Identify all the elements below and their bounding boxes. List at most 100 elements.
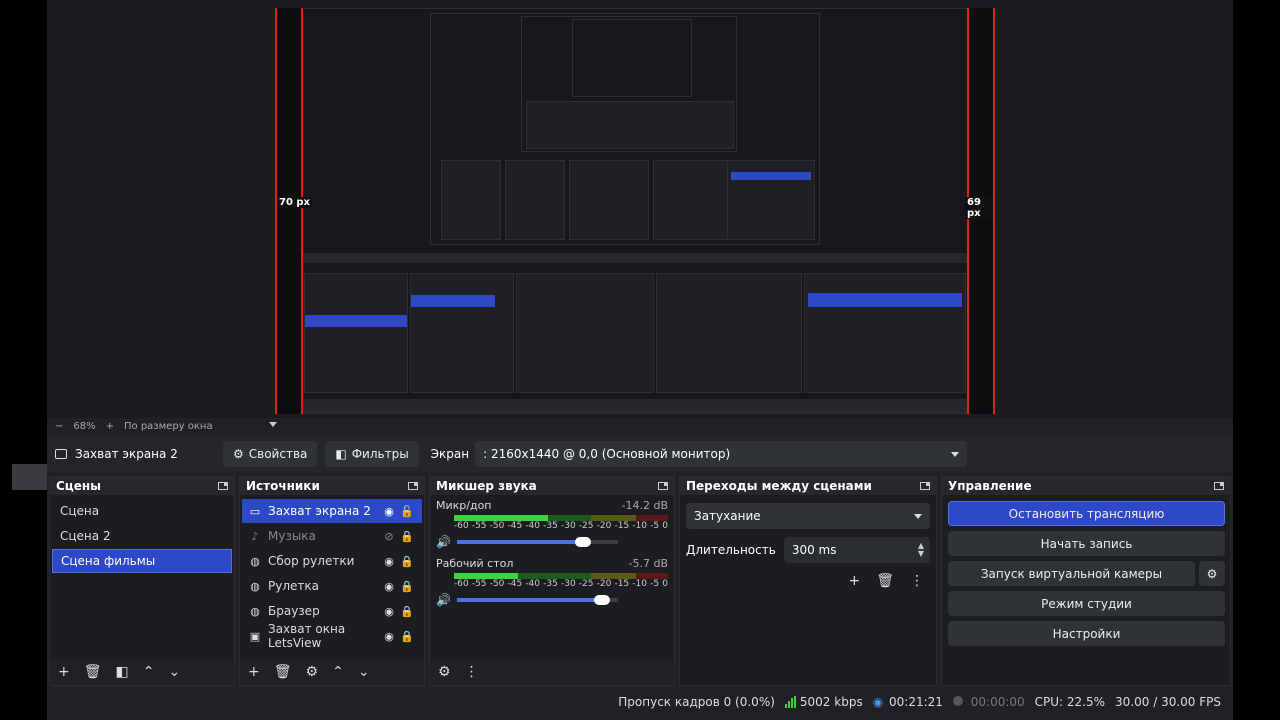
scene-item[interactable]: Сцена <box>52 499 232 523</box>
source-item[interactable]: ◍ Сбор рулетки ◉ 🔒 <box>242 549 422 573</box>
channel-db: -5.7 dB <box>628 557 669 570</box>
scene-item[interactable]: Сцена фильмы <box>52 549 232 573</box>
meter-tick-label: -5 <box>650 579 660 589</box>
trash-icon[interactable]: 🗑 <box>876 573 894 589</box>
undock-icon[interactable] <box>1214 482 1224 490</box>
meter-tick-label: -10 <box>632 521 647 531</box>
window-icon: ▣ <box>249 629 261 643</box>
bitrate: 5002 kbps <box>799 695 863 709</box>
meter-tick-label: -60 <box>454 521 469 531</box>
trash-icon[interactable]: 🗑 <box>274 664 292 680</box>
fps: 30.00 / 30.00 FPS <box>1115 695 1221 709</box>
chevron-down-icon <box>951 451 960 457</box>
add-icon[interactable]: + <box>248 664 260 680</box>
volume-slider[interactable] <box>456 595 618 605</box>
selected-source-label: Захват экрана 2 <box>75 447 178 461</box>
meter-scale: -60 -55 -50 -45 -40 -35 -30 -25 -20 -15 -10 -5 0 <box>454 521 668 531</box>
spin-arrows-icon[interactable]: ▲ ▼ <box>918 542 924 558</box>
stream-time: 00:21:21 <box>889 695 943 709</box>
lock-icon[interactable]: 🔒 <box>398 630 416 643</box>
channel-name: Рабочий стол <box>436 557 514 570</box>
source-label: Захват окна LetsView <box>268 622 346 650</box>
scene-list: Сцена Сцена 2 Сцена фильмы <box>50 495 234 573</box>
more-icon[interactable]: ⋮ <box>910 573 924 589</box>
lock-open-icon[interactable]: 🔓 <box>398 505 416 518</box>
virtual-camera-button[interactable]: Запуск виртуальной камеры <box>948 561 1195 586</box>
source-item[interactable]: ◍ Браузер ◉ 🔒 <box>242 599 422 623</box>
undock-icon[interactable] <box>920 482 930 490</box>
meter-scale: -60 -55 -50 -45 -40 -35 -30 -25 -20 -15 -10 -5 0 <box>454 579 668 589</box>
scene-item[interactable]: Сцена 2 <box>52 524 232 548</box>
start-record-button[interactable]: Начать запись <box>948 531 1225 556</box>
meter-tick-label: -50 <box>489 579 505 589</box>
dropped-frames: Пропуск кадров 0 (0.0%) <box>618 695 775 709</box>
scene-label: Сцена 2 <box>60 529 111 543</box>
lock-icon[interactable]: 🔒 <box>398 530 416 543</box>
cpu-usage: CPU: 22.5% <box>1034 695 1106 709</box>
undock-icon[interactable] <box>658 482 668 490</box>
eye-icon[interactable]: ◉ <box>380 505 398 518</box>
filters-button[interactable]: ◧ Фильтры <box>325 441 419 467</box>
chevron-down-icon[interactable]: ⌄ <box>168 664 180 680</box>
add-icon[interactable]: + <box>848 573 860 589</box>
chevron-up-icon[interactable]: ⌃ <box>332 664 344 680</box>
volume-slider[interactable] <box>456 537 618 547</box>
eye-icon[interactable]: ◉ <box>380 555 398 568</box>
scenes-footer: + 🗑 ◧ ⌃ ⌄ <box>50 659 234 685</box>
source-item[interactable]: ◍ Рулетка ◉ 🔒 <box>242 574 422 598</box>
stop-stream-button[interactable]: Остановить трансляцию <box>948 501 1225 526</box>
gear-icon[interactable]: ⚙ <box>306 664 319 680</box>
zoom-out-button[interactable]: − <box>55 421 63 432</box>
globe-icon: ◍ <box>250 554 260 568</box>
lock-icon[interactable]: 🔒 <box>398 580 416 593</box>
preview-canvas[interactable]: 70 px 69 px <box>275 8 995 414</box>
speaker-icon[interactable]: 🔊 <box>436 593 451 607</box>
mixer-footer: ⚙ ⋮ <box>430 659 674 685</box>
volume-fill <box>456 598 602 602</box>
duration-field[interactable]: 300 ms ▲ ▼ <box>783 537 930 563</box>
transitions-title: Переходы между сценами <box>686 479 872 493</box>
nested-sources-panel <box>410 273 514 393</box>
source-label: Захват экрана 2 <box>268 504 371 518</box>
left-distance-label: 70 px <box>277 197 313 208</box>
chevron-up-icon[interactable]: ⌃ <box>143 664 155 680</box>
studio-mode-button[interactable]: Режим студии <box>948 591 1225 616</box>
preview-area[interactable]: 70 px 69 px <box>47 0 1233 418</box>
scenes-title: Сцены <box>56 479 101 493</box>
source-item[interactable]: ▭ Захват экрана 2 ◉ 🔓 <box>242 499 422 523</box>
zoom-in-button[interactable]: + <box>106 421 114 432</box>
eye-icon[interactable]: ◉ <box>380 630 398 643</box>
undock-icon[interactable] <box>218 482 228 490</box>
add-icon[interactable]: + <box>58 664 70 680</box>
meter-tick-label: -5 <box>650 521 660 531</box>
settings-button[interactable]: Настройки <box>948 621 1225 646</box>
trash-icon[interactable]: 🗑 <box>84 664 102 680</box>
properties-button[interactable]: ⚙ Свойства <box>223 441 318 467</box>
lock-icon[interactable]: 🔒 <box>398 555 416 568</box>
undock-icon[interactable] <box>408 482 418 490</box>
controls-header: Управление <box>942 477 1230 495</box>
nested-capture-1 <box>301 8 969 414</box>
source-item[interactable]: ♪ Музыка ⊘ 🔒 <box>242 524 422 548</box>
chevron-down-icon <box>914 513 922 519</box>
lock-icon[interactable]: 🔒 <box>398 605 416 618</box>
volume-knob[interactable] <box>593 595 610 605</box>
gear-icon[interactable]: ⚙ <box>1199 561 1225 586</box>
transition-select[interactable]: Затухание <box>686 503 930 529</box>
eye-icon[interactable]: ◉ <box>380 580 398 593</box>
volume-knob[interactable] <box>574 537 591 547</box>
meter-tick-label: -15 <box>614 521 630 531</box>
settings-icon[interactable]: ⚙ <box>438 664 451 680</box>
speaker-icon[interactable]: 🔊 <box>436 535 451 549</box>
fit-mode-select[interactable]: По размеру окна <box>124 421 213 432</box>
meter-tick-label: -35 <box>543 521 558 531</box>
chevron-down-icon[interactable]: ⌄ <box>358 664 370 680</box>
filter-icon[interactable]: ◧ <box>116 664 129 680</box>
more-icon[interactable]: ⋮ <box>465 664 479 680</box>
eye-off-icon[interactable]: ⊘ <box>380 530 398 543</box>
source-item[interactable]: ▣ Захват окна LetsView ◉ 🔒 <box>242 622 422 650</box>
chevron-down-icon[interactable] <box>269 422 277 427</box>
meter-tick-label: -20 <box>596 521 612 531</box>
screen-select[interactable]: : 2160x1440 @ 0,0 (Основной монитор) <box>475 441 968 467</box>
eye-icon[interactable]: ◉ <box>380 605 398 618</box>
